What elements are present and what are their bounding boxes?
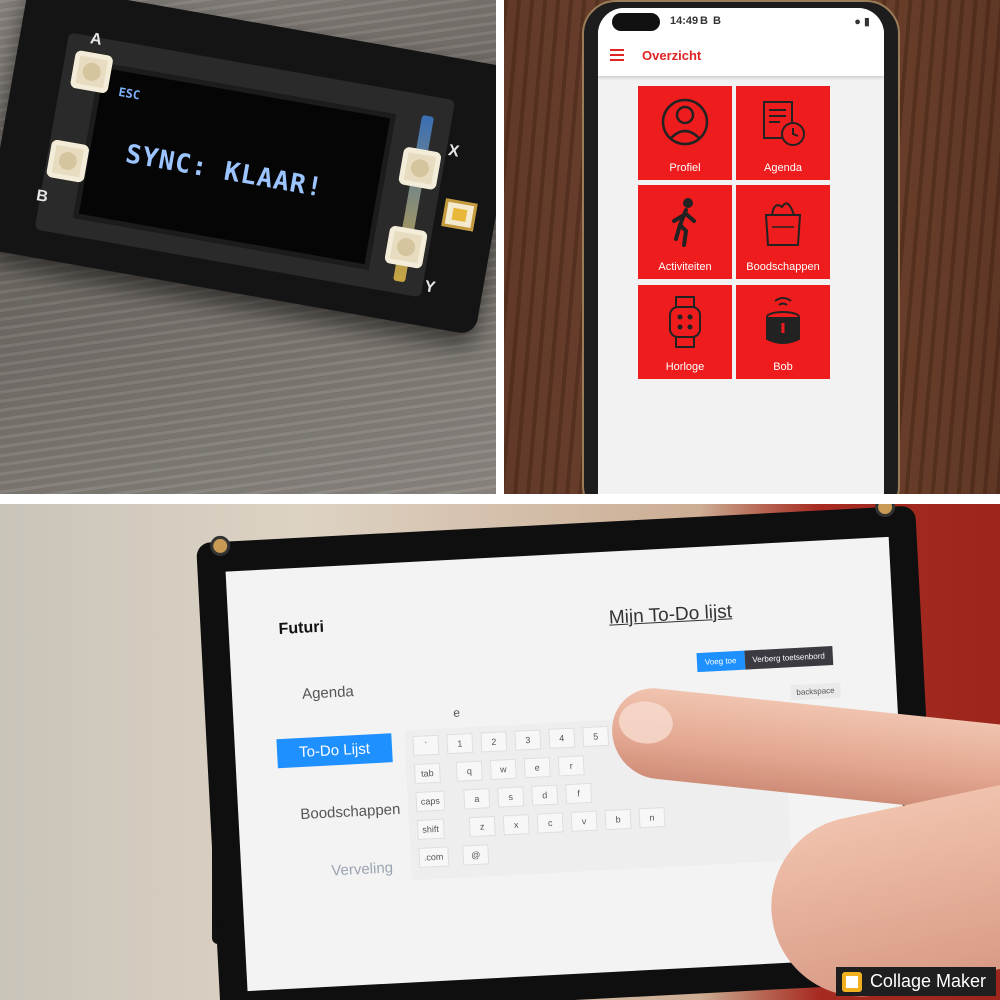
handheld-photo-panel: ESC SYNC: KLAAR! A B X Y [0,0,496,494]
key-s[interactable]: s [497,786,525,808]
key-tab[interactable]: tab [413,762,441,785]
todo-actions: Voeg toe Verberg toetsenbord [696,646,834,673]
tile-label: Boodschappen [746,261,820,273]
key-1[interactable]: 1 [446,732,474,755]
tile-activiteiten[interactable]: Activiteiten [638,185,732,279]
tablet-photo-panel: Futuri Mijn To-Do lijst Agenda To-Do Lij… [0,504,1000,1000]
key-d[interactable]: d [531,784,559,806]
key-5[interactable]: 5 [582,725,610,748]
nav-item-agenda[interactable]: Agenda [302,683,355,703]
tile-agenda[interactable]: Agenda [736,86,830,180]
key-a[interactable]: a [463,788,491,810]
app-bar: Overzicht [598,36,884,76]
device-button-y[interactable] [384,225,429,270]
tile-label: Activiteiten [658,261,712,273]
tile-label: Agenda [764,162,802,174]
mount-screw [209,535,231,557]
key-4[interactable]: 4 [548,727,576,749]
smartwatch-icon [669,296,701,348]
nav-item-boodschappen[interactable]: Boodschappen [300,801,401,823]
key-z[interactable]: z [468,815,496,838]
phone: 14:49 B B ● ▮ Overzicht Profiel Agenda A… [582,0,900,494]
add-button[interactable]: Voeg toe [696,650,745,673]
collage-maker-watermark: Collage Maker [835,967,996,996]
button-x-label: X [446,142,461,161]
hide-keyboard-button[interactable]: Verberg toetsenbord [743,646,834,670]
watermark-text: Collage Maker [869,971,986,991]
tile-profiel[interactable]: Profiel [638,86,732,180]
status-notification-icons: B B [700,15,722,27]
key-shift[interactable]: shift [416,818,445,840]
grocery-bag-icon [764,202,802,246]
key-3[interactable]: 3 [514,729,542,751]
key-c[interactable]: c [536,812,564,834]
tile-label: Profiel [669,162,701,174]
todo-input[interactable]: e [453,706,460,720]
device-sync-message: SYNC: KLAAR! [123,139,326,204]
menu-icon[interactable] [610,49,624,61]
phone-screen: 14:49 B B ● ▮ Overzicht Profiel Agenda A… [598,8,884,494]
tile-bob[interactable]: Bob [736,285,830,379]
page-title: Mijn To-Do lijst [608,601,733,629]
key-e[interactable]: e [523,756,551,779]
key-n[interactable]: n [638,807,666,829]
key-q[interactable]: q [455,760,483,782]
key-r[interactable]: r [557,755,585,777]
status-bar: 14:49 B B ● ▮ [598,8,884,36]
phone-photo-panel: 14:49 B B ● ▮ Overzicht Profiel Agenda A… [504,0,1000,494]
smart-speaker-icon [766,297,800,344]
status-time: 14:49 [670,15,699,27]
button-a-label: A [88,30,104,49]
app-title: Overzicht [642,48,702,63]
walking-icon [672,198,696,247]
camera-cutout [612,13,660,31]
key-v[interactable]: v [570,810,598,832]
tile-horloge[interactable]: Horloge [638,285,732,379]
key-2[interactable]: 2 [480,731,508,753]
device-component [441,198,478,232]
collage-logo-icon [841,972,862,992]
key-dotcom[interactable]: .com [418,846,449,868]
device-button-x[interactable] [397,146,442,191]
key-caps[interactable]: caps [415,790,446,813]
nav-item-todo[interactable]: To-Do Lijst [276,733,393,769]
key-x[interactable]: x [502,814,530,836]
device-screen: ESC SYNC: KLAAR! [73,62,396,270]
device-button-a[interactable] [69,49,114,94]
device-esc-label: ESC [117,84,142,103]
key-at[interactable]: @ [462,844,490,866]
mount-screw [874,504,896,518]
key-f[interactable]: f [565,782,593,805]
person-icon [661,98,709,146]
button-y-label: Y [423,278,437,297]
battery-icon: ● ▮ [854,16,870,28]
key-b[interactable]: b [604,808,632,831]
calendar-clock-icon [763,101,805,146]
tile-label: Bob [773,361,793,373]
backspace-key[interactable]: backspace [790,682,842,701]
tile-boodschappen[interactable]: Boodschappen [736,185,830,279]
key-w[interactable]: w [489,758,517,781]
tile-label: Horloge [665,361,705,373]
nav-item-verveling[interactable]: Verveling [331,859,394,879]
device-button-b[interactable] [45,139,90,184]
key-backtick[interactable]: ` [412,734,440,757]
